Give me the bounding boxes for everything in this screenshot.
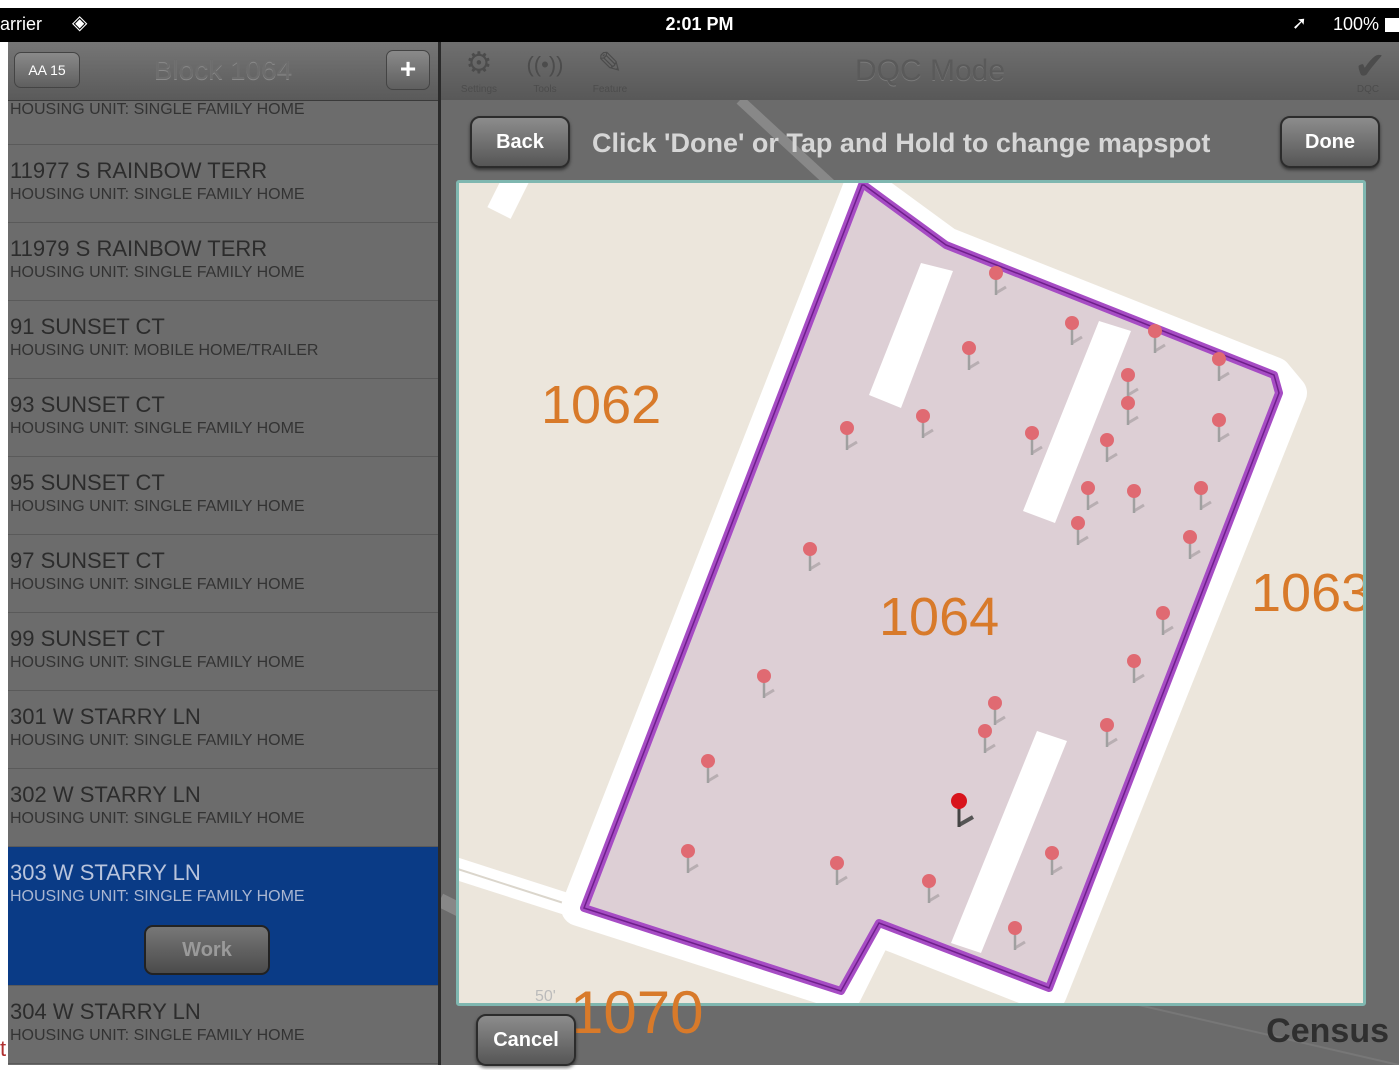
tools-label: Tools <box>533 84 557 95</box>
map-view[interactable]: 1062 1064 1063 <box>456 180 1366 1006</box>
address: 11977 S RAINBOW TERR <box>10 158 268 183</box>
list-item[interactable]: HOUSING UNIT: SINGLE FAMILY HOME <box>8 100 440 145</box>
unit-type: HOUSING UNIT: SINGLE FAMILY HOME <box>10 810 305 827</box>
block-label-1063: 1063 <box>1251 563 1363 623</box>
instruction-text: Click 'Done' or Tap and Hold to change m… <box>592 128 1211 158</box>
status-bar: arrier ◈ 2:01 PM ➚ 100% <box>0 8 1399 42</box>
unit-type: HOUSING UNIT: SINGLE FAMILY HOME <box>10 420 305 437</box>
list-item-selected[interactable]: 303 W STARRY LN HOUSING UNIT: SINGLE FAM… <box>8 847 440 986</box>
unit-type: HOUSING UNIT: SINGLE FAMILY HOME <box>10 1027 305 1044</box>
back-button[interactable]: Back <box>470 116 570 168</box>
scale-bar-label: 50' <box>535 988 556 1005</box>
list-item[interactable]: 11977 S RAINBOW TERR HOUSING UNIT: SINGL… <box>8 145 440 223</box>
map-canvas[interactable]: 1062 1064 1063 <box>459 183 1363 1003</box>
panel-divider <box>438 42 441 1065</box>
address: 302 W STARRY LN <box>10 782 201 807</box>
unit-type: HOUSING UNIT: SINGLE FAMILY HOME <box>10 732 305 749</box>
address: 95 SUNSET CT <box>10 470 165 495</box>
cancel-button[interactable]: Cancel <box>476 1014 576 1066</box>
address: 93 SUNSET CT <box>10 392 165 417</box>
list-item[interactable]: 95 SUNSET CT HOUSING UNIT: SINGLE FAMILY… <box>8 457 440 535</box>
block-label-1070: 1070 <box>570 979 704 1046</box>
list-item[interactable]: 302 W STARRY LN HOUSING UNIT: SINGLE FAM… <box>8 769 440 847</box>
list-item[interactable]: 11979 S RAINBOW TERR HOUSING UNIT: SINGL… <box>8 223 440 301</box>
unit-type: HOUSING UNIT: SINGLE FAMILY HOME <box>10 576 305 593</box>
unit-type: HOUSING UNIT: SINGLE FAMILY HOME <box>10 888 305 905</box>
address: 97 SUNSET CT <box>10 548 165 573</box>
unit-type: HOUSING UNIT: SINGLE FAMILY HOME <box>10 101 305 118</box>
address: 99 SUNSET CT <box>10 626 165 651</box>
address-list-panel: AA 15 Block 1064 + HOUSING UNIT: SINGLE … <box>8 42 440 1065</box>
list-item[interactable]: 301 W STARRY LN HOUSING UNIT: SINGLE FAM… <box>8 691 440 769</box>
block-label-1064: 1064 <box>879 587 999 647</box>
sidebar-title: Block 1064 <box>153 54 293 85</box>
aa-button[interactable]: AA 15 <box>14 52 80 88</box>
list-item[interactable]: 99 SUNSET CT HOUSING UNIT: SINGLE FAMILY… <box>8 613 440 691</box>
battery-icon <box>1385 18 1399 32</box>
list-item[interactable]: 304 W STARRY LN HOUSING UNIT: SINGLE FAM… <box>8 986 440 1064</box>
done-button[interactable]: Done <box>1280 116 1380 168</box>
location-icon: ➚ <box>1291 13 1307 33</box>
list-item[interactable]: 93 SUNSET CT HOUSING UNIT: SINGLE FAMILY… <box>8 379 440 457</box>
unit-type: HOUSING UNIT: SINGLE FAMILY HOME <box>10 498 305 515</box>
unit-type: HOUSING UNIT: SINGLE FAMILY HOME <box>10 654 305 671</box>
work-button[interactable]: Work <box>144 925 270 975</box>
list-item[interactable]: 97 SUNSET CT HOUSING UNIT: SINGLE FAMILY… <box>8 535 440 613</box>
road <box>487 183 529 219</box>
dqc-label: DQC <box>1356 84 1380 95</box>
settings-label: Settings <box>460 84 498 95</box>
block-label-1062: 1062 <box>541 375 661 435</box>
address: 304 W STARRY LN <box>10 999 201 1024</box>
address: 303 W STARRY LN <box>10 860 201 885</box>
address: 91 SUNSET CT <box>10 314 165 339</box>
unit-type: HOUSING UNIT: MOBILE HOME/TRAILER <box>10 342 319 359</box>
list-item[interactable]: 91 SUNSET CT HOUSING UNIT: MOBILE HOME/T… <box>8 301 440 379</box>
checkmark-icon[interactable]: ✔ <box>1345 44 1395 89</box>
gear-icon[interactable]: ⚙ <box>454 46 504 81</box>
toolbar: ⚙ Settings ((•)) Tools ✎ Feature DQC Mod… <box>440 42 1399 100</box>
address: 11979 S RAINBOW TERR <box>10 236 268 261</box>
edge-text: t <box>0 1036 7 1061</box>
add-button[interactable]: + <box>386 50 430 90</box>
top-edge <box>0 0 1399 8</box>
antenna-icon[interactable]: ((•)) <box>520 52 570 78</box>
battery-percent: 100% <box>1332 14 1379 34</box>
clock: 2:01 PM <box>665 14 734 34</box>
feature-label: Feature <box>592 84 628 95</box>
census-watermark: Census <box>1266 1012 1389 1050</box>
address: 301 W STARRY LN <box>10 704 201 729</box>
mode-title: DQC Mode <box>854 54 1006 87</box>
address-list: HOUSING UNIT: SINGLE FAMILY HOME 11977 S… <box>8 100 440 1064</box>
unit-type: HOUSING UNIT: SINGLE FAMILY HOME <box>10 186 305 203</box>
sidebar-header: AA 15 Block 1064 + <box>8 42 440 101</box>
unit-type: HOUSING UNIT: SINGLE FAMILY HOME <box>10 264 305 281</box>
pencil-icon[interactable]: ✎ <box>585 46 635 81</box>
